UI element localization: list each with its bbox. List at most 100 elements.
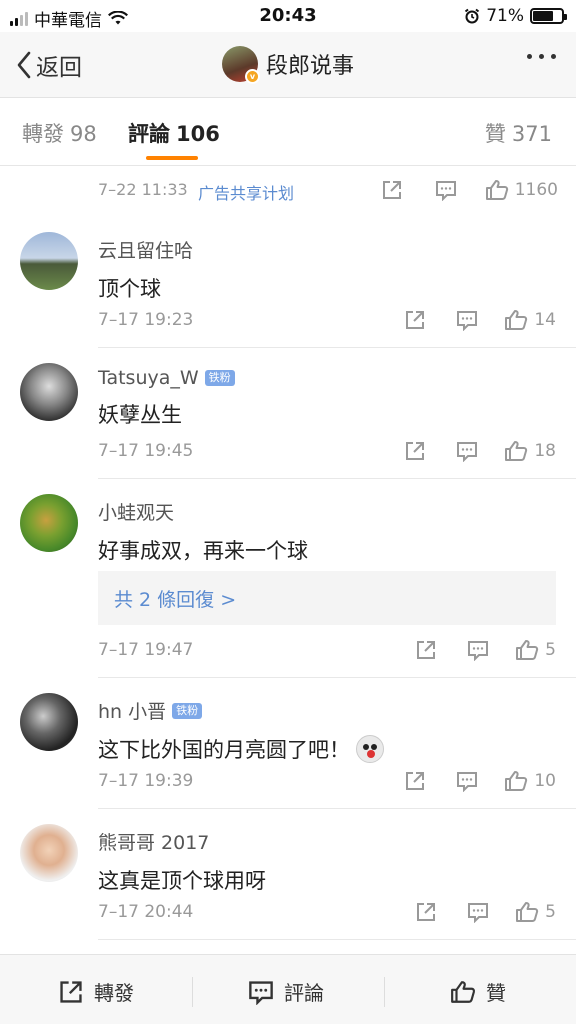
avatar[interactable] bbox=[20, 494, 78, 552]
tab-comments-label: 評論 bbox=[128, 122, 170, 146]
bottom-like-button[interactable]: 贊 bbox=[450, 977, 506, 1006]
comment-meta: 7–17 19:23 14 bbox=[98, 308, 556, 334]
alarm-icon bbox=[465, 8, 480, 24]
tab-comments[interactable]: 評論 106 bbox=[128, 118, 220, 148]
thumbs-up-icon bbox=[516, 902, 539, 922]
reply-button[interactable] bbox=[467, 901, 489, 923]
bottom-like-label: 贊 bbox=[486, 981, 506, 1005]
comment-icon bbox=[435, 181, 456, 201]
divider bbox=[98, 677, 576, 678]
author-avatar[interactable]: v bbox=[221, 46, 260, 84]
fan-badge: 铁粉 bbox=[204, 370, 235, 386]
comment-icon bbox=[457, 772, 478, 792]
comment-body: 云且留住哈 顶个球 bbox=[98, 236, 556, 303]
comment-time: 7–17 19:23 bbox=[98, 310, 194, 330]
share-button[interactable] bbox=[404, 440, 426, 462]
ad-share-link[interactable]: 广告共享计划 bbox=[198, 180, 294, 204]
reply-button[interactable] bbox=[467, 639, 489, 661]
reply-button[interactable] bbox=[456, 440, 478, 462]
comment-meta: 7–17 19:45 18 bbox=[98, 439, 556, 465]
share-icon bbox=[60, 980, 82, 1003]
comment-text: 好事成双，再来一个球 bbox=[98, 535, 556, 565]
bottom-comment-button[interactable]: 評論 bbox=[248, 977, 324, 1006]
comment-meta: 7–17 19:47 5 bbox=[98, 638, 556, 664]
emoji-icon bbox=[356, 735, 384, 763]
comment-icon bbox=[457, 442, 478, 462]
commenter-name[interactable]: Tatsuya_W 铁粉 bbox=[98, 367, 556, 389]
divider bbox=[98, 808, 576, 809]
like-count: 1160 bbox=[514, 180, 558, 200]
share-button[interactable] bbox=[381, 179, 403, 201]
comment-text-content: 这真是顶个球用呀 bbox=[98, 869, 266, 893]
share-button[interactable] bbox=[415, 901, 437, 923]
reply-button[interactable] bbox=[456, 309, 478, 331]
share-button[interactable] bbox=[404, 770, 426, 792]
comment-time: 7–17 19:47 bbox=[98, 640, 194, 660]
status-bar: 中華電信 20:43 71% bbox=[0, 0, 576, 32]
comment-button[interactable] bbox=[435, 179, 457, 201]
thumbs-up-icon bbox=[485, 180, 508, 200]
comment-text-content: 好事成双，再来一个球 bbox=[98, 539, 308, 563]
thumbs-up-icon bbox=[505, 441, 528, 461]
commenter-name[interactable]: hn 小晋 铁粉 bbox=[98, 697, 556, 724]
commenter-name[interactable]: 云且留住哈 bbox=[98, 236, 556, 263]
replies-link[interactable]: 共 2 條回復 > bbox=[98, 571, 556, 625]
tab-likes[interactable]: 贊 371 bbox=[485, 118, 552, 148]
avatar[interactable] bbox=[20, 824, 78, 882]
commenter-name-text: hn 小晋 bbox=[98, 701, 167, 723]
comment-body: hn 小晋 铁粉 这下比外国的月亮圆了吧！ bbox=[98, 697, 556, 764]
share-button[interactable] bbox=[415, 639, 437, 661]
nav-title-group[interactable]: v 段郎说事 bbox=[0, 46, 576, 84]
reply-button[interactable] bbox=[456, 770, 478, 792]
comment-text-content: 这下比外国的月亮圆了吧！ bbox=[98, 738, 350, 762]
comment-text-content: 顶个球 bbox=[98, 277, 161, 301]
tab-likes-count: 371 bbox=[511, 122, 552, 146]
share-icon bbox=[406, 311, 425, 329]
thumbs-up-icon bbox=[451, 980, 476, 1003]
commenter-name-text: 小蛙观天 bbox=[98, 502, 175, 524]
more-options-icon[interactable] bbox=[527, 54, 556, 59]
divider bbox=[98, 939, 576, 940]
share-icon bbox=[406, 772, 425, 790]
avatar[interactable] bbox=[20, 232, 78, 290]
like-button[interactable]: 14 bbox=[504, 308, 556, 332]
like-count: 14 bbox=[534, 310, 556, 330]
like-button[interactable]: 5 bbox=[515, 638, 556, 662]
bottom-repost-label: 轉發 bbox=[94, 981, 134, 1005]
commenter-name[interactable]: 熊哥哥 2017 bbox=[98, 828, 556, 855]
bottom-repost-button[interactable]: 轉發 bbox=[58, 977, 134, 1006]
battery-percent: 71% bbox=[486, 6, 524, 26]
comment-text: 顶个球 bbox=[98, 273, 556, 303]
comment-actions: 5 bbox=[415, 900, 556, 924]
comment-actions: 14 bbox=[404, 308, 556, 332]
comment-text: 妖孽丛生 bbox=[98, 399, 556, 429]
like-count: 18 bbox=[534, 441, 556, 461]
nav-bar: 返回 v 段郎说事 bbox=[0, 32, 576, 98]
comment-icon bbox=[249, 980, 273, 1005]
comment-text-content: 妖孽丛生 bbox=[98, 403, 182, 427]
commenter-name-text: 云且留住哈 bbox=[98, 240, 194, 262]
replies-link-text: 共 2 條回復 > bbox=[114, 589, 237, 611]
like-count: 5 bbox=[545, 640, 556, 660]
comment-body: Tatsuya_W 铁粉 妖孽丛生 bbox=[98, 367, 556, 429]
tab-likes-label: 贊 bbox=[484, 122, 506, 146]
like-button[interactable]: 5 bbox=[515, 900, 556, 924]
commenter-name[interactable]: 小蛙观天 bbox=[98, 498, 556, 525]
post-actions: 1160 bbox=[381, 178, 558, 202]
commenter-name-text: Tatsuya_W bbox=[98, 367, 199, 389]
tab-reposts-count: 98 bbox=[70, 122, 97, 146]
share-button[interactable] bbox=[404, 309, 426, 331]
comment-icon bbox=[468, 903, 489, 923]
avatar[interactable] bbox=[20, 363, 78, 421]
comment-time: 7–17 19:45 bbox=[98, 441, 194, 461]
like-button[interactable]: 10 bbox=[504, 769, 556, 793]
comment-text: 这真是顶个球用呀 bbox=[98, 865, 556, 895]
like-count: 5 bbox=[545, 902, 556, 922]
like-button[interactable]: 18 bbox=[504, 439, 556, 463]
tab-reposts[interactable]: 轉發 98 bbox=[22, 118, 97, 148]
comment-text: 这下比外国的月亮圆了吧！ bbox=[98, 734, 556, 764]
comment-meta: 7–17 19:39 10 bbox=[98, 769, 556, 795]
avatar[interactable] bbox=[20, 693, 78, 751]
like-button[interactable]: 1160 bbox=[485, 178, 558, 202]
divider bbox=[384, 977, 385, 1007]
